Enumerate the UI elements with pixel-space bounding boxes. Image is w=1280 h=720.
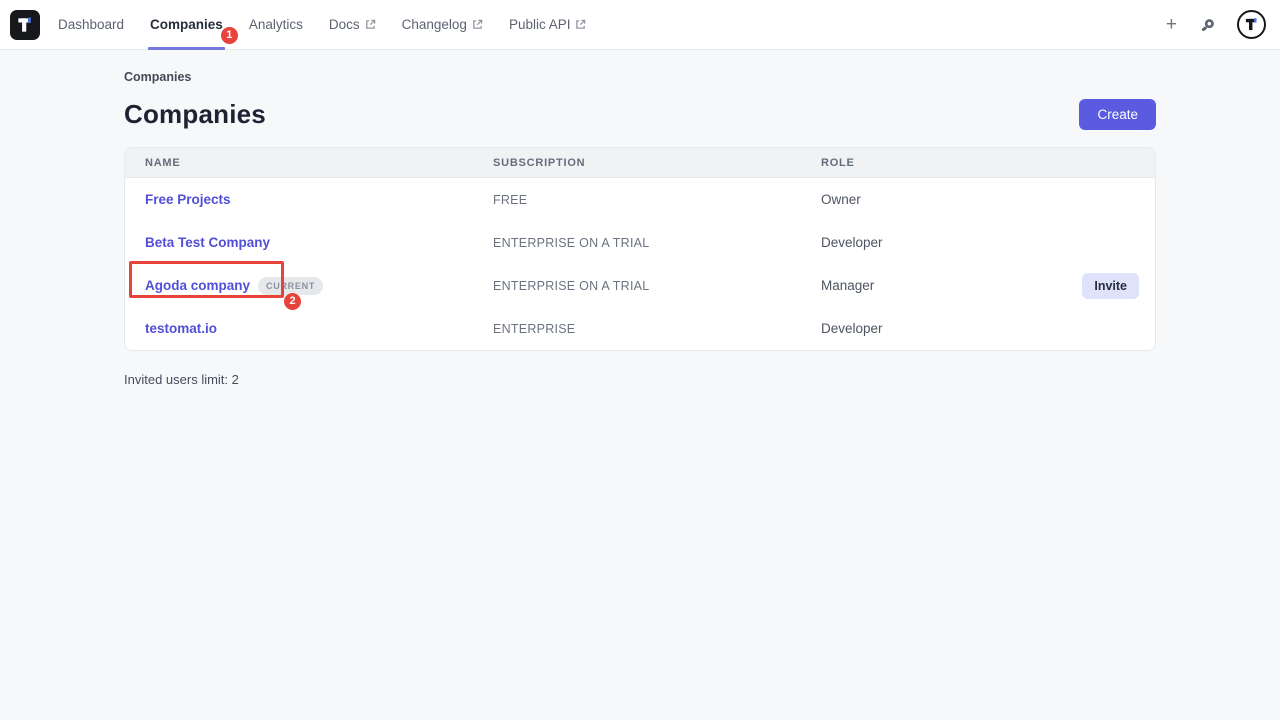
navbar-actions: + xyxy=(1164,10,1266,39)
company-link-testomat-io[interactable]: testomat.io xyxy=(145,321,217,336)
column-header-name: NAME xyxy=(145,157,493,169)
subscription-value: FREE xyxy=(493,193,821,207)
column-header-role: ROLE xyxy=(821,157,1069,169)
nav-label: Public API xyxy=(509,17,571,32)
invited-users-limit-note: Invited users limit: 2 xyxy=(124,372,1156,387)
nav-item-docs[interactable]: Docs xyxy=(329,0,376,50)
role-value: Manager xyxy=(821,278,1069,293)
nav-item-public-api[interactable]: Public API xyxy=(509,0,587,50)
company-name-cell: Free Projects xyxy=(145,192,493,207)
company-link-beta-test-company[interactable]: Beta Test Company xyxy=(145,235,270,250)
nav-item-dashboard[interactable]: Dashboard xyxy=(58,0,124,50)
page-title: Companies xyxy=(124,99,266,130)
active-tab-underline xyxy=(148,47,225,50)
top-navbar: Dashboard Companies 1 Analytics Docs Cha… xyxy=(0,0,1280,50)
testomat-logo[interactable] xyxy=(10,10,40,40)
annotation-step-1-badge: 1 xyxy=(221,27,238,44)
avatar-logo-glyph xyxy=(1244,17,1259,32)
annotation-step-2-badge: 2 xyxy=(284,293,301,310)
column-header-subscription: SUBSCRIPTION xyxy=(493,157,821,169)
nav-item-companies[interactable]: Companies 1 xyxy=(150,0,223,50)
account-avatar[interactable] xyxy=(1237,10,1266,39)
testomat-logo-glyph xyxy=(15,15,35,35)
company-link-agoda-company[interactable]: Agoda company xyxy=(145,278,250,293)
create-button[interactable]: Create xyxy=(1079,99,1156,130)
subscription-value: ENTERPRISE ON A TRIAL xyxy=(493,279,821,293)
search-icon[interactable] xyxy=(1199,16,1217,34)
main-content: Companies Companies Create NAME SUBSCRIP… xyxy=(124,70,1156,387)
company-name-cell: Agoda company CURRENT 2 xyxy=(145,277,493,295)
current-company-badge: CURRENT xyxy=(258,277,323,295)
nav-item-changelog[interactable]: Changelog xyxy=(402,0,483,50)
nav-label: Changelog xyxy=(402,17,467,32)
nav-label: Companies xyxy=(150,17,223,32)
role-value: Developer xyxy=(821,321,1069,336)
company-name-cell: Beta Test Company xyxy=(145,235,493,250)
external-link-icon xyxy=(575,19,586,30)
add-icon[interactable]: + xyxy=(1164,15,1179,34)
table-row: testomat.io ENTERPRISE Developer xyxy=(125,307,1155,350)
external-link-icon xyxy=(472,19,483,30)
title-row: Companies Create xyxy=(124,99,1156,130)
main-nav: Dashboard Companies 1 Analytics Docs Cha… xyxy=(58,0,586,50)
subscription-value: ENTERPRISE ON A TRIAL xyxy=(493,236,821,250)
company-name-cell: testomat.io xyxy=(145,321,493,336)
companies-table: NAME SUBSCRIPTION ROLE Free Projects FRE… xyxy=(124,147,1156,351)
nav-label: Analytics xyxy=(249,17,303,32)
role-value: Owner xyxy=(821,192,1069,207)
nav-label: Docs xyxy=(329,17,360,32)
external-link-icon xyxy=(365,19,376,30)
role-value: Developer xyxy=(821,235,1069,250)
table-row: Beta Test Company ENTERPRISE ON A TRIAL … xyxy=(125,221,1155,264)
table-header-row: NAME SUBSCRIPTION ROLE xyxy=(125,148,1155,178)
nav-item-analytics[interactable]: Analytics xyxy=(249,0,303,50)
company-link-free-projects[interactable]: Free Projects xyxy=(145,192,231,207)
subscription-value: ENTERPRISE xyxy=(493,322,821,336)
row-actions: Invite xyxy=(1069,273,1139,299)
invite-button[interactable]: Invite xyxy=(1082,273,1139,299)
table-row: Free Projects FREE Owner xyxy=(125,178,1155,221)
nav-label: Dashboard xyxy=(58,17,124,32)
table-row: Agoda company CURRENT 2 ENTERPRISE ON A … xyxy=(125,264,1155,307)
breadcrumb[interactable]: Companies xyxy=(124,70,1156,84)
